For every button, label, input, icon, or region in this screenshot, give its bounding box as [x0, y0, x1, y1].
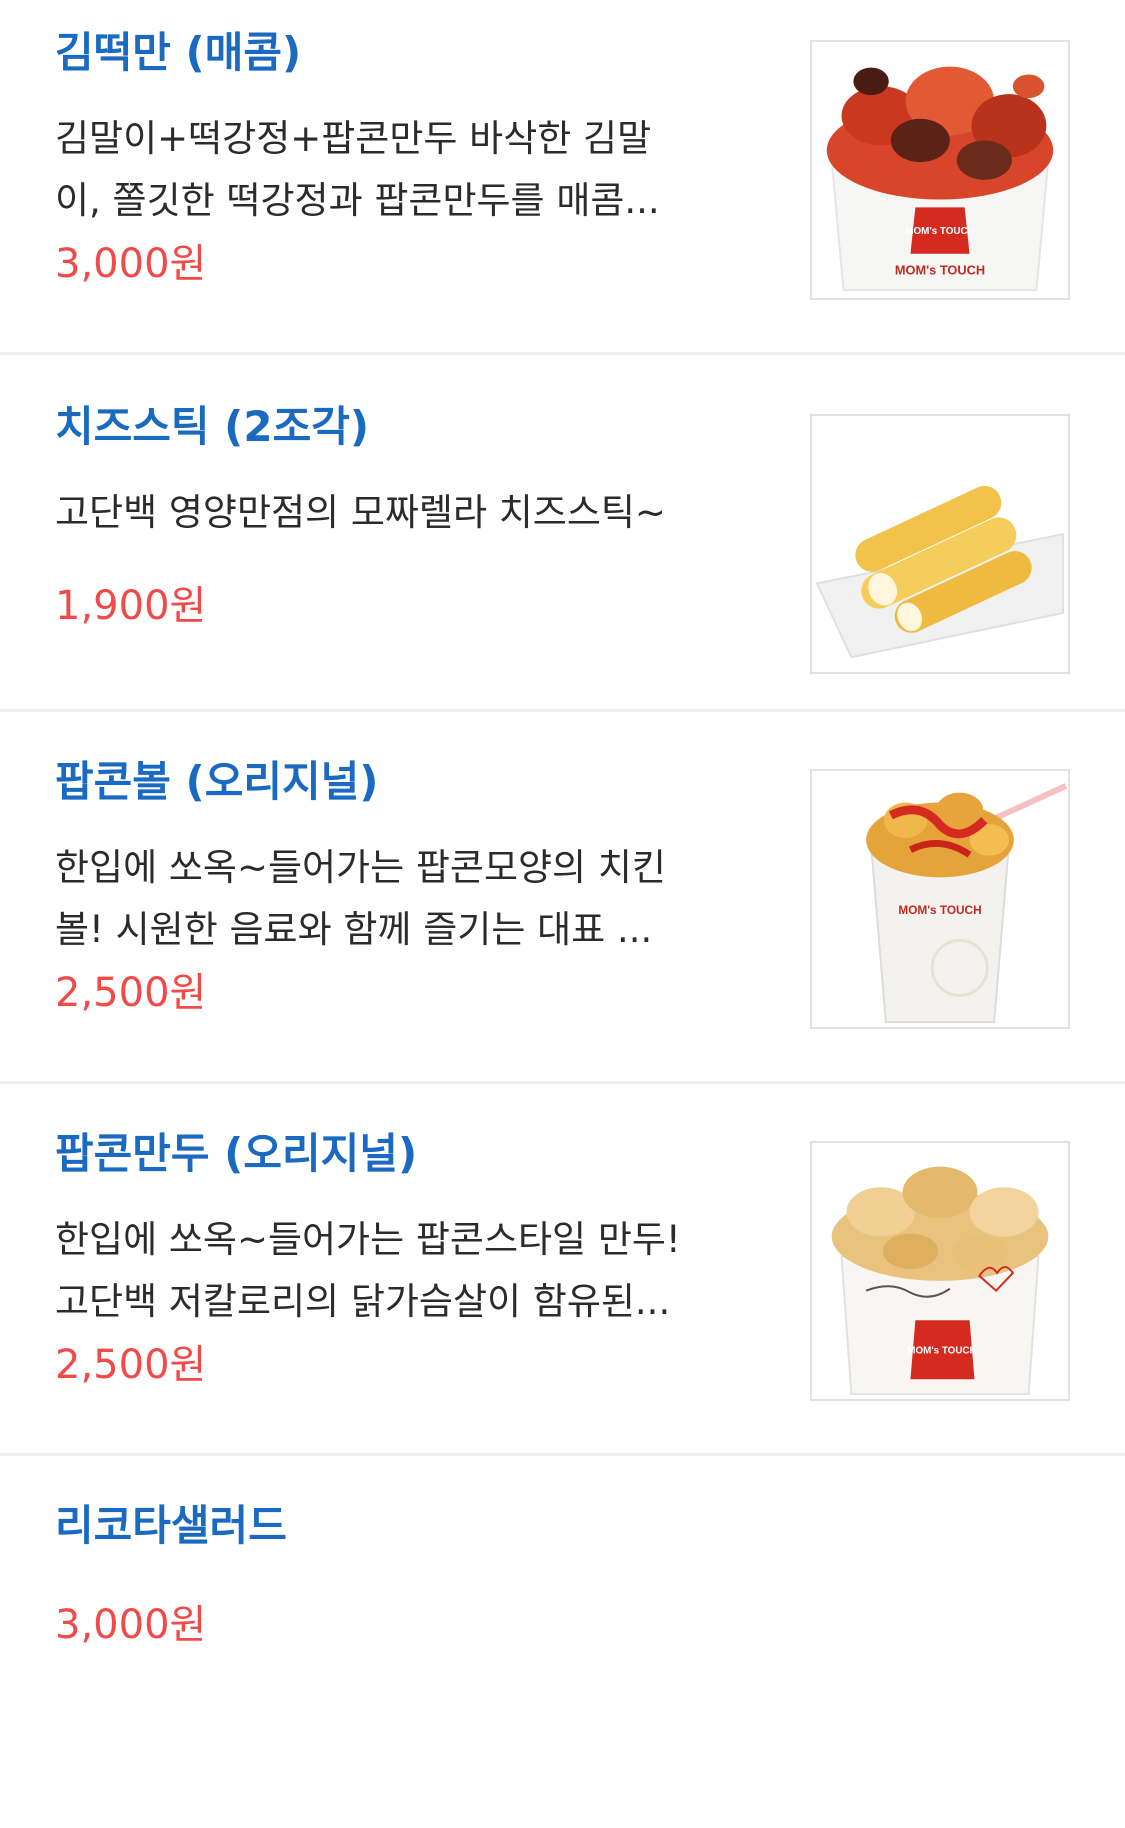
spicy-snack-box-icon: MOM's TOUCH MOM's TOUCH [812, 42, 1068, 298]
cheese-stick-icon [812, 416, 1068, 672]
menu-item-popcorn-ball[interactable]: 팝콘볼 (오리지널) 한입에 쏘옥~들어가는 팝콘모양의 치킨 볼! 시원한 음… [0, 729, 1125, 1084]
menu-item-cheese-stick[interactable]: 치즈스틱 (2조각) 고단백 영양만점의 모짜렐라 치즈스틱~ 1,900원 [0, 357, 1125, 712]
menu-item-name: 팝콘만두 (오리지널) [55, 1129, 418, 1178]
menu-item-price: 3,000원 [55, 241, 207, 287]
menu-item-price: 2,500원 [55, 1342, 207, 1388]
brand-logo-text: MOM's TOUCH [905, 226, 974, 237]
menu-item-name: 리코타샐러드 [55, 1501, 287, 1550]
menu-item-kimtteokman[interactable]: 김떡만 (매콤) 김말이+떡강정+팝콘만두 바삭한 김말 이, 쫄깃한 떡강정과… [0, 0, 1125, 355]
menu-item-description: 김말이+떡강정+팝콘만두 바삭한 김말 이, 쫄깃한 떡강정과 팝콘만두를 매콤… [55, 117, 660, 222]
popcorn-chicken-cup-icon: MOM's TOUCH [812, 771, 1068, 1027]
menu-item-photo[interactable]: MOM's TOUCH [810, 1141, 1070, 1401]
menu-item-price: 2,500원 [55, 970, 207, 1016]
menu-item-photo[interactable] [810, 414, 1070, 674]
menu-item-popcorn-dumpling[interactable]: 팝콘만두 (오리지널) 한입에 쏘옥~들어가는 팝콘스타일 만두! 고단백 저칼… [0, 1101, 1125, 1456]
menu-item-photo[interactable]: MOM's TOUCH [810, 769, 1070, 1029]
menu-item-name: 김떡만 (매콤) [55, 28, 302, 77]
brand-logo-text: MOM's TOUCH [907, 1346, 976, 1357]
menu-item-price: 3,000원 [55, 1602, 207, 1648]
menu-item-photo[interactable]: MOM's TOUCH MOM's TOUCH [810, 40, 1070, 300]
brand-logo-text: MOM's TOUCH [898, 903, 981, 917]
menu-list: 김떡만 (매콤) 김말이+떡강정+팝콘만두 바삭한 김말 이, 쫄깃한 떡강정과… [0, 0, 1125, 1704]
popcorn-dumpling-box-icon: MOM's TOUCH [812, 1143, 1068, 1399]
menu-item-ricotta-salad[interactable]: 리코타샐러드 3,000원 [0, 1473, 1125, 1828]
svg-text:MOM's TOUCH: MOM's TOUCH [895, 262, 985, 277]
menu-item-description: 한입에 쏘옥~들어가는 팝콘스타일 만두! 고단백 저칼로리의 닭가슴살이 함유… [55, 1218, 681, 1323]
menu-item-name: 팝콘볼 (오리지널) [55, 757, 379, 806]
menu-item-description: 한입에 쏘옥~들어가는 팝콘모양의 치킨 볼! 시원한 음료와 함께 즐기는 대… [55, 846, 666, 951]
menu-item-price: 1,900원 [55, 583, 207, 629]
menu-item-name: 치즈스틱 (2조각) [55, 402, 370, 451]
menu-item-description: 고단백 영양만점의 모짜렐라 치즈스틱~ [55, 491, 666, 534]
